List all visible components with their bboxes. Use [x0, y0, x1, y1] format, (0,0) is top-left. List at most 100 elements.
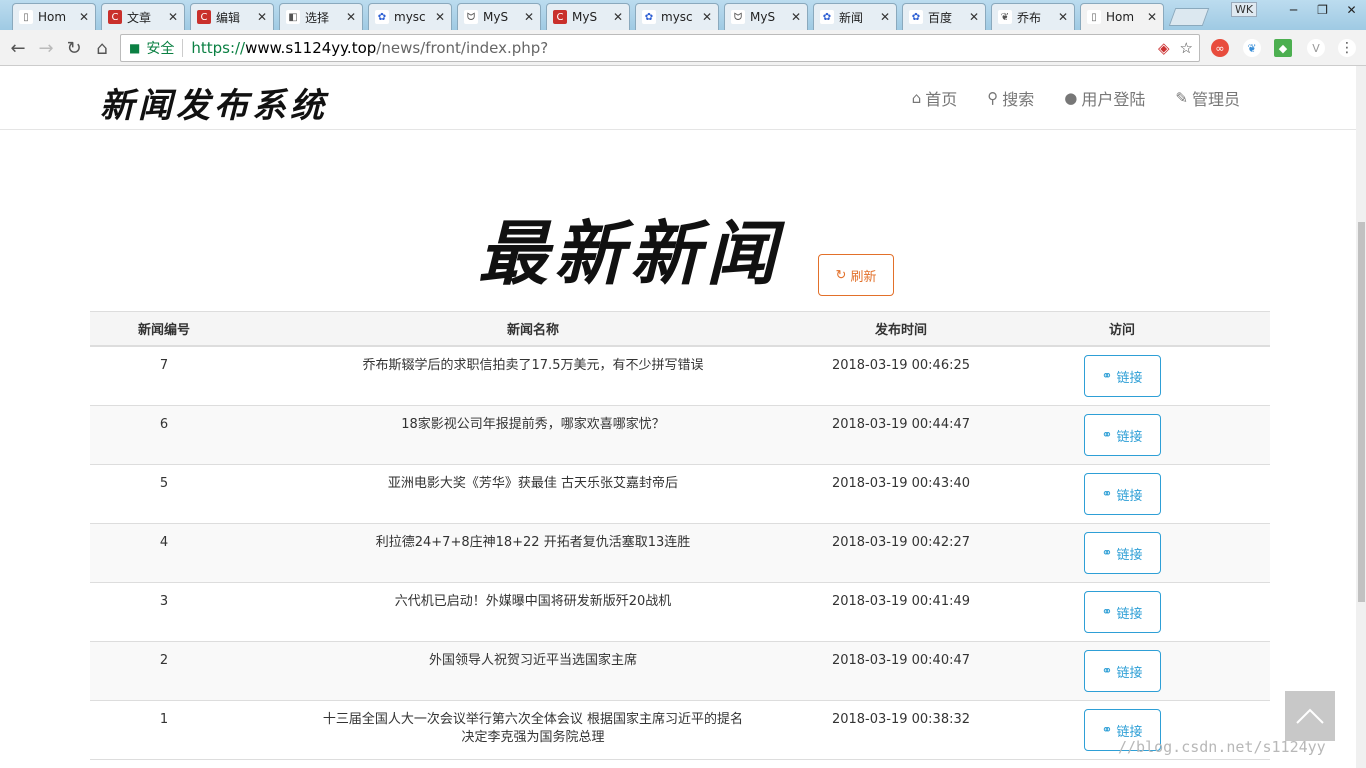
site-settings-icon[interactable]: ◈	[1158, 39, 1170, 57]
menu-icon[interactable]: ⋮	[1338, 39, 1356, 57]
cell-title: 十三届全国人大一次会议举行第六次全体会议 根据国家主席习近平的提名决定李克强为国…	[238, 701, 828, 759]
publish-time: 2018-03-19 00:43:40	[831, 476, 971, 491]
close-tab-icon[interactable]: ✕	[435, 10, 445, 24]
browser-tab-strip: ▯ Hom ✕ C 文章 ✕ C 编辑 ✕ ◧ 选择 ✕ ✿ mysc ✕ ᗢ MyS ✕ C MyS ✕ ✿ mysc ✕ ᗢ…	[0, 0, 1366, 30]
user-icon: ●	[1064, 89, 1078, 107]
browser-tab[interactable]: ❦ 乔布 ✕	[991, 3, 1075, 30]
news-link-button[interactable]: ⚭ 链接	[1083, 414, 1161, 456]
close-tab-icon[interactable]: ✕	[524, 10, 534, 24]
close-tab-icon[interactable]: ✕	[791, 10, 801, 24]
bookmark-star-icon[interactable]: ☆	[1180, 39, 1193, 57]
extension-leaf-icon[interactable]: ❦	[1243, 39, 1261, 57]
window-controls: ─ ❐ ✕	[1279, 0, 1366, 20]
back-icon[interactable]: ←	[6, 36, 30, 60]
table-row: 3 六代机已启动！外媒曝中国将研发新版歼20战机 2018-03-19 00:41:…	[90, 583, 1270, 642]
cell-id: 5	[159, 476, 169, 491]
browser-tab[interactable]: ◧ 选择 ✕	[279, 3, 363, 30]
publish-time: 2018-03-19 00:40:47	[831, 653, 971, 668]
browser-tab[interactable]: C 编辑 ✕	[190, 3, 274, 30]
browser-tab[interactable]: ▯ Hom ✕	[12, 3, 96, 30]
cell-time: 2018-03-19 00:44:47	[828, 406, 974, 464]
cell-title: 乔布斯辍学后的求职信拍卖了17.5万美元，有不少拼写错误	[238, 347, 828, 405]
browser-tab[interactable]: ▯ Hom ✕	[1080, 3, 1164, 30]
minimize-icon[interactable]: ─	[1279, 0, 1308, 20]
link-label: 链接	[1116, 605, 1143, 621]
browser-tab[interactable]: ✿ 百度 ✕	[902, 3, 986, 30]
home-icon: ⌂	[911, 89, 922, 107]
table-row: 7 乔布斯辍学后的求职信拍卖了17.5万美元，有不少拼写错误 2018-03-19 …	[90, 347, 1270, 406]
cell-visit: ⚭ 链接	[974, 347, 1270, 405]
nav-link-label: 首页	[925, 90, 958, 109]
table-row: 2 外国领导人祝贺习近平当选国家主席 2018-03-19 00:40:47 ⚭ 链接	[90, 642, 1270, 701]
close-tab-icon[interactable]: ✕	[880, 10, 890, 24]
news-link-button[interactable]: ⚭ 链接	[1083, 650, 1161, 692]
mysql-icon: ᗢ	[464, 10, 478, 24]
news-title: 十三届全国人大一次会议举行第六次全体会议 根据国家主席习近平的提名决定李克强为国…	[322, 712, 744, 745]
news-link-button[interactable]: ⚭ 链接	[1083, 473, 1161, 515]
cell-title: 外国领导人祝贺习近平当选国家主席	[238, 642, 828, 700]
chevron-up-icon	[1296, 708, 1324, 724]
news-icon: ❦	[998, 10, 1012, 24]
page-heading: 最新新闻	[478, 212, 782, 295]
close-tab-icon[interactable]: ✕	[257, 10, 267, 24]
close-tab-icon[interactable]: ✕	[1058, 10, 1068, 24]
address-bar[interactable]: ■ 安全 https://www.s1124yy.top/news/front/…	[120, 34, 1200, 62]
extension-color-icon[interactable]: ◆	[1274, 39, 1292, 57]
publish-time: 2018-03-19 00:44:47	[831, 417, 971, 432]
tab-label: MyS	[750, 10, 776, 24]
tab-label: MyS	[483, 10, 509, 24]
news-link-button[interactable]: ⚭ 链接	[1083, 355, 1161, 397]
browser-tab[interactable]: ✿ 新闻 ✕	[813, 3, 897, 30]
browser-tab[interactable]: ᗢ MyS ✕	[457, 3, 541, 30]
extension-v-icon[interactable]: V	[1307, 39, 1325, 57]
link-label: 链接	[1116, 664, 1143, 680]
browser-tab[interactable]: ᗢ MyS ✕	[724, 3, 808, 30]
url-path: /news/front/index.php?	[376, 39, 549, 57]
close-tab-icon[interactable]: ✕	[969, 10, 979, 24]
reload-icon[interactable]: ↻	[62, 36, 86, 60]
tab-label: 新闻	[839, 10, 864, 25]
news-link-button[interactable]: ⚭ 链接	[1083, 532, 1161, 574]
new-tab-button[interactable]	[1168, 8, 1210, 26]
site-brand[interactable]: 新闻发布系统	[100, 78, 328, 127]
baidu-icon: ✿	[909, 10, 923, 24]
browser-tab[interactable]: C 文章 ✕	[101, 3, 185, 30]
publish-time: 2018-03-19 00:46:25	[831, 358, 971, 373]
nav-link[interactable]: ⌂ 首页	[912, 86, 958, 110]
link-icon: ⚭	[1101, 368, 1113, 383]
refresh-label: 刷新	[850, 268, 877, 284]
nav-link[interactable]: ✎ 管理员	[1175, 86, 1240, 110]
browser-tab[interactable]: ✿ mysc ✕	[368, 3, 452, 30]
close-tab-icon[interactable]: ✕	[613, 10, 623, 24]
close-tab-icon[interactable]: ✕	[79, 10, 89, 24]
lock-icon: ■	[129, 41, 141, 55]
scrollbar-thumb[interactable]	[1358, 222, 1365, 602]
close-tab-icon[interactable]: ✕	[168, 10, 178, 24]
news-link-button[interactable]: ⚭ 链接	[1083, 591, 1161, 633]
csdn-icon: C	[553, 10, 567, 24]
browser-tab[interactable]: ✿ mysc ✕	[635, 3, 719, 30]
close-window-icon[interactable]: ✕	[1337, 0, 1366, 20]
refresh-button[interactable]: ↻ 刷新	[818, 254, 894, 296]
browser-toolbar: ← → ↻ ⌂ ■ 安全 https://www.s1124yy.top/new…	[0, 30, 1366, 66]
cell-id: 6	[159, 417, 169, 432]
forward-icon[interactable]: →	[34, 36, 58, 60]
link-label: 链接	[1116, 723, 1143, 739]
tab-label: 乔布	[1017, 10, 1042, 25]
restore-icon[interactable]: ❐	[1308, 0, 1337, 20]
nav-link[interactable]: ● 用户登陆	[1064, 86, 1145, 110]
refresh-icon: ↻	[835, 267, 847, 282]
cell-title: 六代机已启动！外媒曝中国将研发新版歼20战机	[238, 583, 828, 641]
header-visit: 访问	[1108, 323, 1135, 338]
extension-infinity-icon[interactable]: ∞	[1211, 39, 1229, 57]
close-tab-icon[interactable]: ✕	[346, 10, 356, 24]
back-to-top-button[interactable]	[1285, 691, 1335, 741]
home-page-icon[interactable]: ⌂	[90, 36, 114, 60]
header-time: 发布时间	[874, 323, 927, 338]
news-title: 乔布斯辍学后的求职信拍卖了17.5万美元，有不少拼写错误	[362, 358, 704, 373]
close-tab-icon[interactable]: ✕	[702, 10, 712, 24]
tab-label: Hom	[38, 10, 67, 24]
close-tab-icon[interactable]: ✕	[1147, 10, 1157, 24]
nav-link[interactable]: ⚲ 搜索	[987, 86, 1034, 110]
browser-tab[interactable]: C MyS ✕	[546, 3, 630, 30]
